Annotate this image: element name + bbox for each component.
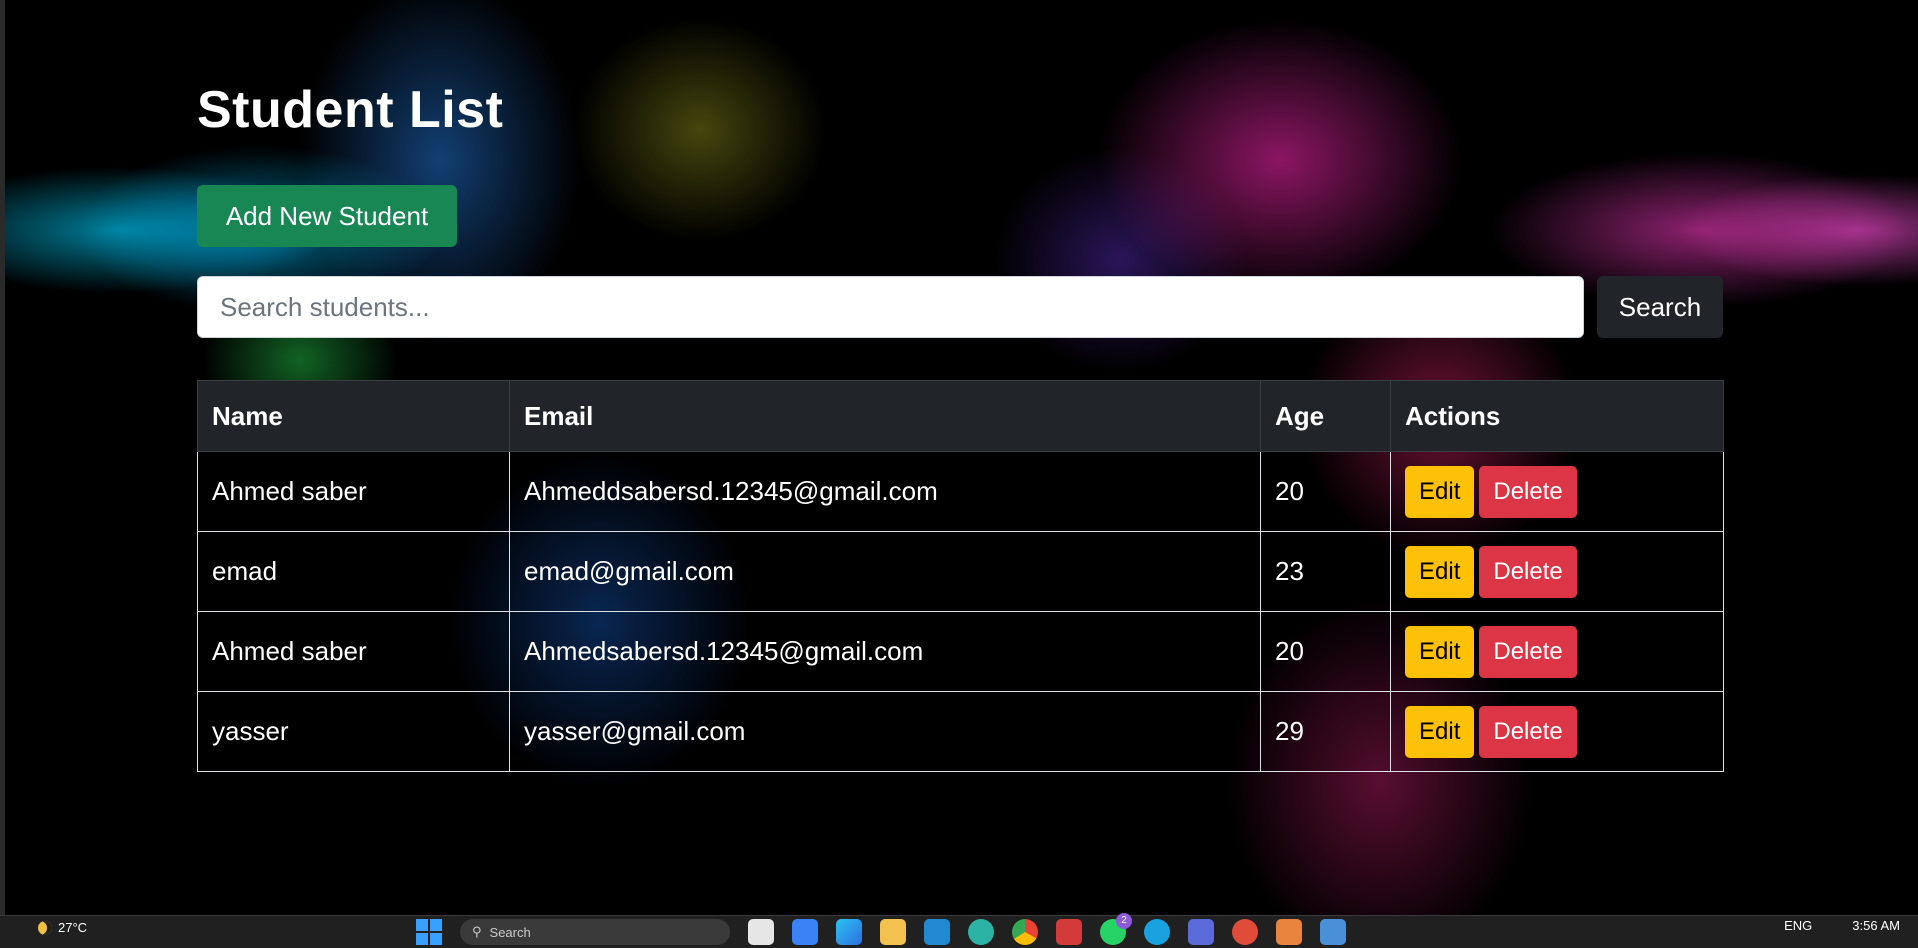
- cell-name: Ahmed saber: [197, 451, 510, 532]
- cell-name: emad: [197, 531, 510, 612]
- calendar-icon[interactable]: [1320, 919, 1346, 945]
- edit-button[interactable]: Edit: [1405, 465, 1475, 518]
- taskbar: 27°C ⚲ Search 2 ENG 3:56 AM: [0, 913, 1918, 948]
- search-icon: ⚲: [472, 924, 482, 939]
- app-icon[interactable]: [1276, 919, 1302, 945]
- table-row: Ahmed saber Ahmedsabersd.12345@gmail.com…: [197, 611, 1724, 692]
- app-icon[interactable]: [1144, 919, 1170, 945]
- cell-email: Ahmedsabersd.12345@gmail.com: [509, 611, 1261, 692]
- table-header-row: Name Email Age Actions: [197, 380, 1724, 452]
- system-tray: ENG 3:56 AM: [1784, 918, 1900, 933]
- taskbar-apps: ⚲ Search 2: [416, 913, 1346, 945]
- app-icon[interactable]: [1232, 919, 1258, 945]
- app-icon[interactable]: [1188, 919, 1214, 945]
- cell-age: 20: [1260, 611, 1391, 692]
- students-table: Name Email Age Actions Ahmed saber Ahmed…: [197, 380, 1724, 772]
- add-new-student-button[interactable]: Add New Student: [197, 185, 457, 247]
- task-view-icon[interactable]: [748, 919, 774, 945]
- table-body: Ahmed saber Ahmeddsabersd.12345@gmail.co…: [197, 451, 1724, 772]
- cell-email: emad@gmail.com: [509, 531, 1261, 612]
- folder-icon[interactable]: [880, 919, 906, 945]
- edit-button[interactable]: Edit: [1405, 705, 1475, 758]
- search-input[interactable]: [197, 276, 1584, 338]
- window-edge: [0, 0, 5, 915]
- chrome-icon[interactable]: [1012, 919, 1038, 945]
- weather-widget[interactable]: 27°C: [38, 920, 87, 935]
- delete-button[interactable]: Delete: [1479, 545, 1577, 598]
- delete-button[interactable]: Delete: [1479, 625, 1577, 678]
- header-name: Name: [197, 380, 510, 452]
- cell-name: Ahmed saber: [197, 611, 510, 692]
- vscode-icon[interactable]: [924, 919, 950, 945]
- page-title: Student List: [197, 81, 504, 139]
- edge-icon[interactable]: [836, 919, 862, 945]
- cell-actions: Edit Delete: [1390, 691, 1724, 772]
- cell-name: yasser: [197, 691, 510, 772]
- cell-actions: Edit Delete: [1390, 531, 1724, 612]
- delete-button[interactable]: Delete: [1479, 705, 1577, 758]
- cell-actions: Edit Delete: [1390, 611, 1724, 692]
- cell-email: Ahmeddsabersd.12345@gmail.com: [509, 451, 1261, 532]
- windows-start-icon[interactable]: [416, 919, 442, 945]
- whatsapp-icon[interactable]: 2: [1100, 913, 1132, 945]
- header-email: Email: [509, 380, 1261, 452]
- table-row: emad emad@gmail.com 23 Edit Delete: [197, 531, 1724, 612]
- table-row: yasser yasser@gmail.com 29 Edit Delete: [197, 691, 1724, 772]
- edit-button[interactable]: Edit: [1405, 625, 1475, 678]
- table-header: Name Email Age Actions: [197, 380, 1724, 452]
- notification-badge: 2: [1116, 913, 1132, 929]
- delete-button[interactable]: Delete: [1479, 465, 1577, 518]
- app-icon[interactable]: [1056, 919, 1082, 945]
- table-row: Ahmed saber Ahmeddsabersd.12345@gmail.co…: [197, 451, 1724, 532]
- weather-temperature: 27°C: [58, 920, 88, 935]
- edit-button[interactable]: Edit: [1405, 545, 1475, 598]
- browser-icon[interactable]: [968, 919, 994, 945]
- language-indicator[interactable]: ENG: [1784, 918, 1812, 933]
- search-button[interactable]: Search: [1597, 276, 1723, 338]
- clock[interactable]: 3:56 AM: [1852, 918, 1900, 933]
- taskbar-search-box[interactable]: ⚲ Search: [460, 919, 730, 945]
- moon-icon: [38, 920, 52, 935]
- cell-age: 29: [1260, 691, 1391, 772]
- taskbar-search-placeholder: Search: [489, 924, 531, 940]
- cell-email: yasser@gmail.com: [509, 691, 1261, 772]
- header-age: Age: [1260, 380, 1391, 452]
- header-actions: Actions: [1390, 380, 1724, 452]
- cell-age: 23: [1260, 531, 1391, 612]
- cell-age: 20: [1260, 451, 1391, 532]
- cell-actions: Edit Delete: [1390, 451, 1724, 532]
- store-icon[interactable]: [792, 919, 818, 945]
